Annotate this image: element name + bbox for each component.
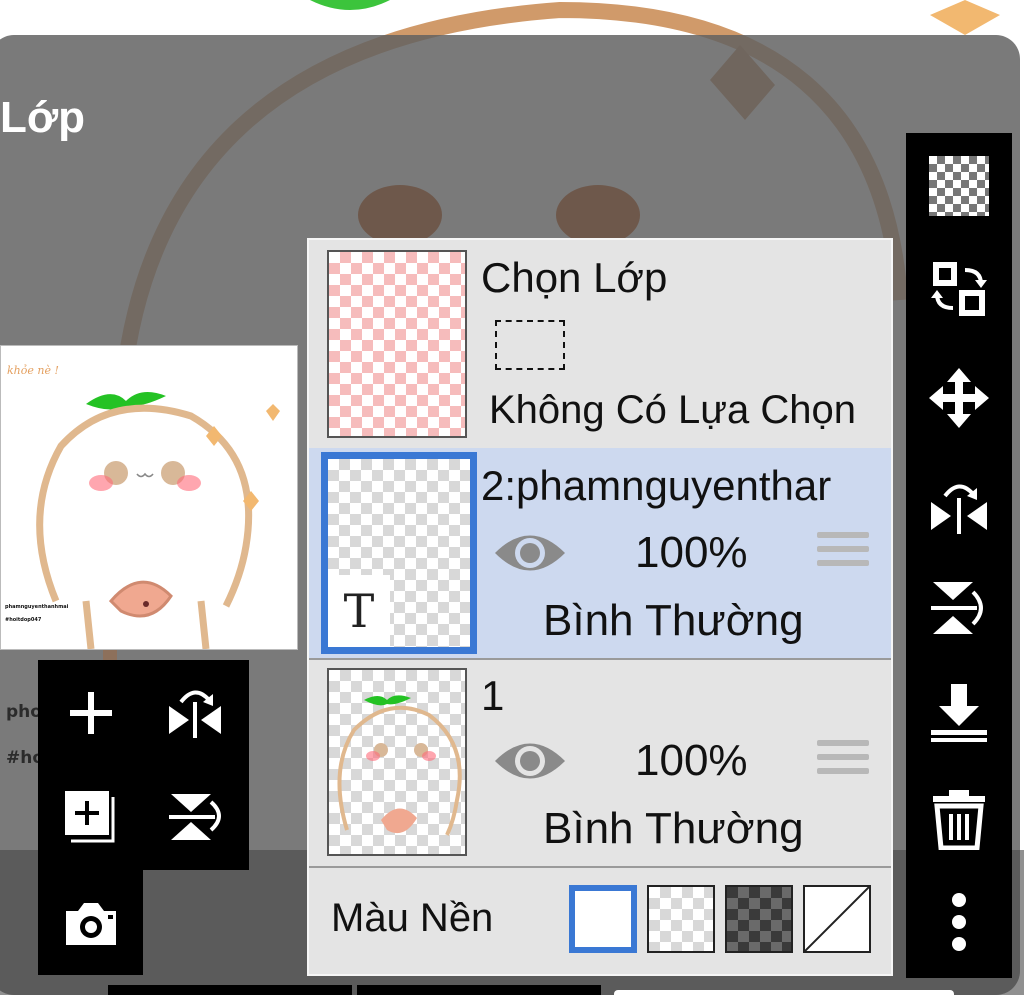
move-icon bbox=[929, 368, 989, 428]
layer-name: 1 bbox=[481, 672, 505, 719]
layer-row[interactable]: 1 100% Bình Thường bbox=[309, 658, 891, 868]
bg-swatch-dark-checker[interactable] bbox=[725, 885, 793, 953]
selection-row[interactable]: Chọn Lớp Không Có Lựa Chọn bbox=[309, 240, 891, 450]
layer-art-thumbnail-icon bbox=[337, 695, 462, 836]
add-layer-button[interactable] bbox=[46, 668, 136, 758]
layer-opacity[interactable]: 100% bbox=[635, 736, 748, 786]
layer-blend-mode[interactable]: Bình Thường bbox=[543, 596, 804, 646]
flip-horizontal-icon bbox=[931, 484, 987, 534]
text-layer-icon: T bbox=[328, 575, 390, 647]
transparency-icon bbox=[929, 156, 989, 216]
flip-vertical-icon bbox=[931, 582, 983, 634]
visibility-eye-icon[interactable] bbox=[493, 734, 567, 788]
flip-horizontal-button[interactable] bbox=[150, 668, 240, 758]
layer-thumbnail[interactable] bbox=[327, 668, 467, 856]
copy-layer-button[interactable] bbox=[46, 772, 136, 862]
layer-opacity[interactable]: 100% bbox=[635, 528, 748, 578]
camera-icon bbox=[66, 903, 116, 945]
preview-caption-2: #hoitdop047 bbox=[5, 617, 42, 623]
no-color-slash-icon bbox=[804, 886, 870, 952]
right-layer-toolbar bbox=[906, 133, 1012, 978]
bottom-bar-segment bbox=[108, 985, 352, 995]
layer-name: 2:phamnguyenthar bbox=[481, 462, 832, 509]
layer-list-panel: Chọn Lớp Không Có Lựa Chọn T 2:phamnguye… bbox=[307, 238, 893, 976]
add-layer-from-copy-icon bbox=[65, 791, 115, 843]
bg-swatch-transparent[interactable] bbox=[647, 885, 715, 953]
drag-handle-icon[interactable] bbox=[817, 740, 869, 782]
visibility-eye-icon[interactable] bbox=[493, 526, 567, 580]
preview-caption-1: phamnguyenthanhmai bbox=[5, 604, 69, 610]
merge-down-icon bbox=[931, 684, 987, 742]
bottom-bar-segment bbox=[357, 985, 601, 995]
delete-layer-button[interactable] bbox=[916, 775, 1002, 861]
swap-layers-icon bbox=[931, 262, 987, 316]
background-color-label: Màu Nền bbox=[331, 896, 494, 940]
selection-status: Không Có Lựa Chọn bbox=[489, 388, 857, 432]
more-options-button[interactable] bbox=[916, 879, 1002, 965]
flip-horizontal-button-right[interactable] bbox=[916, 463, 1002, 549]
camera-button[interactable] bbox=[46, 878, 136, 968]
transparency-button[interactable] bbox=[916, 143, 1002, 229]
flip-horizontal-icon bbox=[169, 690, 221, 738]
layer-thumbnail[interactable]: T bbox=[321, 452, 477, 654]
canvas-preview[interactable]: khỏe nè ! phamnguyenthanhmai #hoitdop047 bbox=[0, 345, 298, 650]
bg-swatch-none[interactable] bbox=[803, 885, 871, 953]
preview-handwriting: khỏe nè ! bbox=[7, 364, 59, 377]
preview-side-text-1: pho bbox=[6, 702, 42, 722]
flip-vertical-button-right[interactable] bbox=[916, 565, 1002, 651]
trash-icon bbox=[933, 790, 985, 850]
flip-vertical-icon bbox=[169, 794, 221, 840]
character-illustration: khỏe nè ! phamnguyenthanhmai #hoitdop047 bbox=[5, 364, 280, 650]
camera-tool-block bbox=[38, 870, 143, 975]
flip-vertical-button[interactable] bbox=[150, 772, 240, 862]
move-button[interactable] bbox=[916, 355, 1002, 441]
more-vertical-icon bbox=[952, 893, 966, 951]
selection-title: Chọn Lớp bbox=[481, 254, 668, 301]
selection-thumbnail bbox=[327, 250, 467, 438]
drag-handle-icon[interactable] bbox=[817, 532, 869, 574]
add-layer-icon bbox=[70, 692, 112, 734]
left-layer-tools bbox=[38, 660, 249, 870]
selection-marquee-icon bbox=[495, 320, 565, 370]
layer-blend-mode[interactable]: Bình Thường bbox=[543, 804, 804, 854]
bottom-bar-segment bbox=[614, 990, 954, 995]
merge-down-button[interactable] bbox=[916, 669, 1002, 755]
bg-swatch-white[interactable] bbox=[569, 885, 637, 953]
layer-row[interactable]: T 2:phamnguyenthar 100% Bình Thường bbox=[309, 448, 891, 660]
swap-layers-button[interactable] bbox=[916, 247, 1002, 333]
